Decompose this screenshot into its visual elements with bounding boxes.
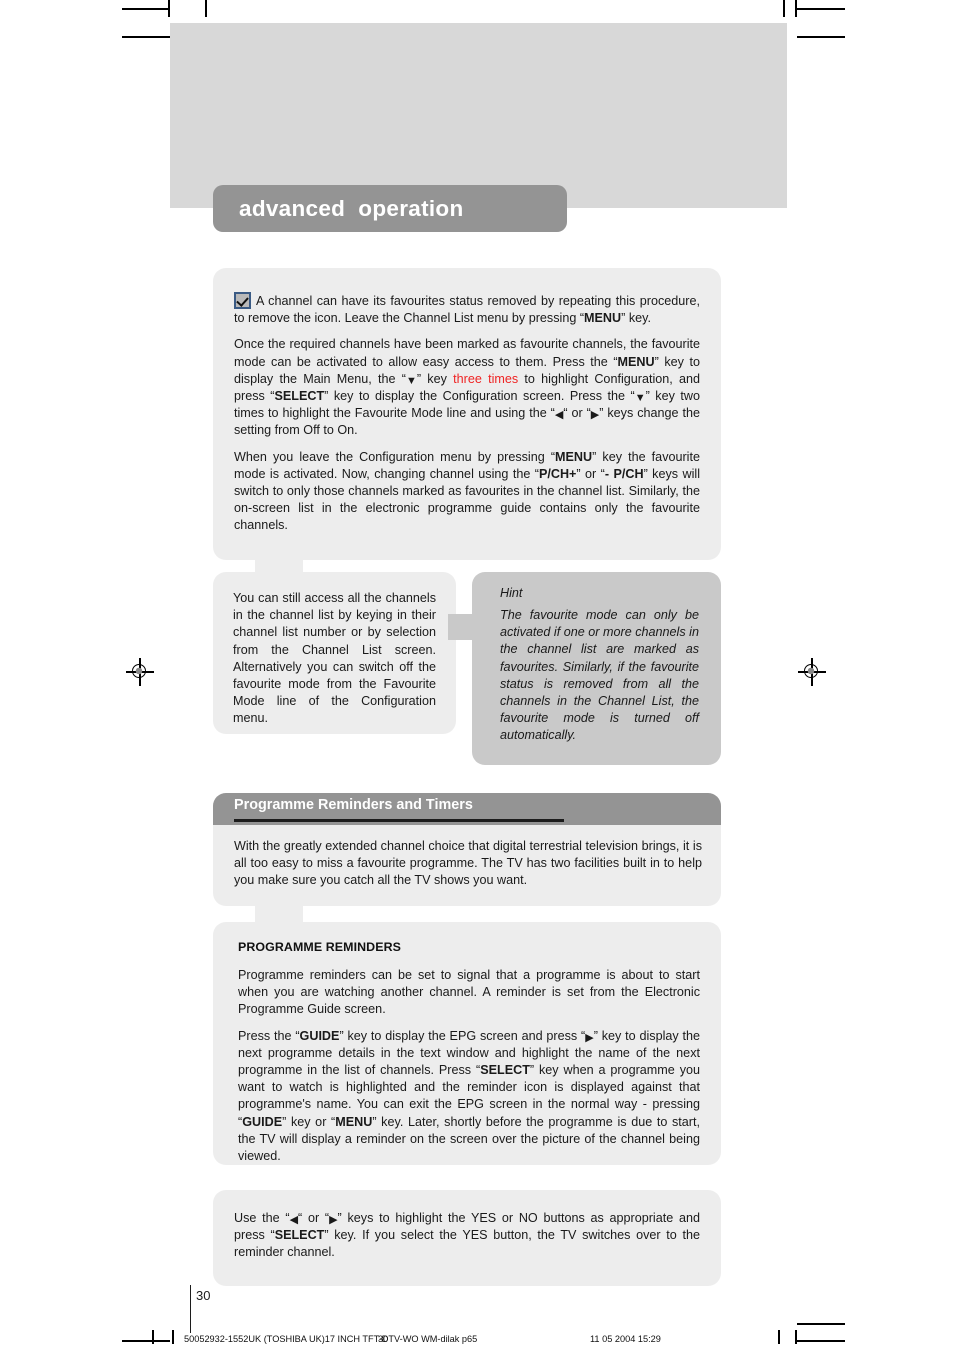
note-p2-f: ” key to display the Configuration scree…	[324, 389, 635, 404]
crop-mark-bottom-tick-b	[172, 1330, 174, 1344]
registration-mark-right	[798, 658, 826, 686]
note-p3-pchplus: P/CH+	[538, 466, 577, 481]
access-text: You can still access all the channels in…	[233, 591, 436, 726]
note-paragraph-3: When you leave the Configuration menu by…	[234, 449, 700, 535]
reminders-section-underline	[234, 819, 564, 822]
pr-p2-a: Press the “	[238, 1028, 300, 1043]
note-p2-menu: MENU	[617, 354, 655, 369]
page-number: 30	[196, 1288, 211, 1303]
note-p2-highlight: three times	[453, 371, 519, 386]
reminders-intro-text: With the greatly extended channel choice…	[234, 839, 702, 888]
note-box: A channel can have its favourites status…	[213, 268, 721, 560]
footer-file-info: 50052932-1552UK (TOSHIBA UK)17 INCH TFT-…	[184, 1334, 478, 1344]
crop-mark-bottom-tick-a	[152, 1330, 154, 1344]
hint-box: Hint The favourite mode can only be acti…	[472, 572, 721, 765]
page-number-rule	[190, 1285, 192, 1333]
hint-text: The favourite mode can only be activated…	[500, 608, 699, 743]
pr-p2-select: SELECT	[480, 1063, 530, 1078]
pr-p2-guide2: GUIDE	[242, 1114, 283, 1129]
programme-reminders-p2: Press the “GUIDE” key to display the EPG…	[238, 1028, 701, 1164]
note-p2-h: “ or “	[563, 406, 591, 421]
crop-mark-bottom-left-h	[122, 1340, 170, 1342]
note-paragraph-1: A channel can have its favourites status…	[234, 292, 700, 327]
pr-p2-menu: MENU	[335, 1114, 373, 1129]
yes-no-text: Use the “◀“ or “▶” keys to highlight the…	[234, 1211, 700, 1260]
note-p2-select: SELECT	[274, 389, 325, 404]
note-paragraph-2: Once the required channels have been mar…	[234, 337, 701, 438]
note-p3-pchminus: - P/CH	[604, 466, 644, 481]
header-band	[170, 23, 787, 208]
crop-mark-bottom-right-h2	[797, 1323, 845, 1325]
note-p3-a: When you leave the Configuration menu by…	[234, 449, 556, 464]
footer-page-overlap: 30	[378, 1334, 389, 1344]
pr-p2-f: ” key or “	[282, 1114, 336, 1129]
crop-mark-top-left-h2	[122, 36, 170, 38]
footer-timestamp: 11 05 2004 15:29	[590, 1334, 661, 1344]
crop-mark-top-right-h	[797, 8, 845, 10]
crop-mark-bottom-right-h	[797, 1340, 845, 1342]
checkbox-icon	[234, 292, 251, 309]
crop-mark-top-right-v	[783, 0, 785, 17]
programme-reminders-p1: Programme reminders can be set to signal…	[238, 968, 700, 1017]
chapter-title-tab: advanced operation	[213, 185, 567, 232]
crop-mark-top-right-h2	[797, 36, 845, 38]
programme-reminders-subhead: PROGRAMME REMINDERS	[238, 940, 401, 954]
note-p1-tail: ” key.	[621, 311, 651, 326]
yes-no-box: Use the “◀“ or “▶” keys to highlight the…	[213, 1190, 721, 1286]
note-p1-bold: MENU	[584, 311, 622, 326]
access-box: You can still access all the channels in…	[213, 572, 456, 734]
chapter-title-label: advanced operation	[239, 195, 464, 221]
crop-mark-bottom-tick-d	[795, 1330, 797, 1344]
note-p3-d: ” or “	[576, 466, 605, 481]
crop-mark-top-left-v	[168, 0, 170, 17]
reminders-section-title: Programme Reminders and Timers	[234, 797, 473, 813]
yesno-a: Use the “	[234, 1211, 290, 1225]
reminders-section-header: Programme Reminders and Timers	[213, 793, 721, 825]
programme-reminders-box: PROGRAMME REMINDERS Programme reminders …	[213, 922, 721, 1165]
note-p3-menu: MENU	[555, 449, 593, 464]
crop-mark-top-center-v	[205, 0, 207, 17]
yesno-select: SELECT	[274, 1228, 325, 1243]
yesno-b: “ or “	[298, 1211, 330, 1225]
hint-label: Hint	[500, 586, 523, 600]
pr-p2-guide: GUIDE	[299, 1028, 340, 1043]
registration-mark-left	[126, 658, 154, 686]
note-p2-d: ” key	[416, 371, 454, 386]
reminders-section-body: With the greatly extended channel choice…	[234, 838, 702, 890]
crop-mark-top-left-h	[122, 8, 170, 10]
crop-mark-top-right-v2	[795, 0, 797, 17]
crop-mark-bottom-tick-c	[778, 1330, 780, 1344]
connector-reminders-to-programme	[255, 904, 303, 924]
pr-p2-c: ” key to display the EPG screen and pres…	[339, 1028, 586, 1043]
